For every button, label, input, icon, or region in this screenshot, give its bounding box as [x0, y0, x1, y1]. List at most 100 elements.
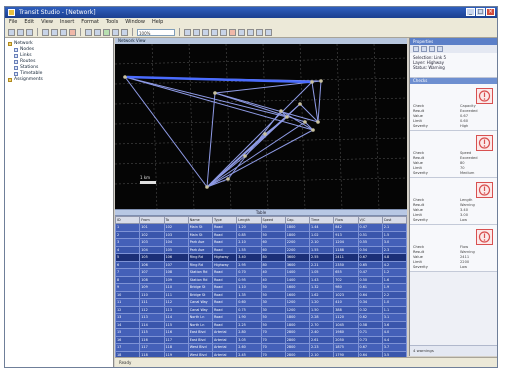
column-header[interactable]: To: [163, 216, 189, 224]
table-cell[interactable]: 50: [260, 230, 286, 239]
warning-icon[interactable]: [476, 88, 493, 104]
table-cell[interactable]: 0.62: [357, 313, 383, 322]
sort-icon[interactable]: [413, 46, 419, 52]
table-cell[interactable]: East Blvd: [187, 328, 214, 337]
minimize-button[interactable]: _: [466, 8, 475, 16]
column-header[interactable]: Speed: [260, 216, 286, 224]
table-cell[interactable]: Road: [211, 238, 238, 247]
table-cell[interactable]: Road: [211, 320, 238, 329]
table-cell[interactable]: 2800: [284, 335, 311, 344]
network-link[interactable]: [227, 110, 282, 180]
table-cell[interactable]: 1023: [333, 290, 359, 299]
table-cell[interactable]: 1.50: [308, 305, 335, 314]
maximize-button[interactable]: □: [476, 8, 485, 16]
fit-icon[interactable]: [202, 28, 209, 36]
table-cell[interactable]: 80: [260, 253, 286, 262]
table-cell[interactable]: 106: [139, 260, 165, 269]
table-cell[interactable]: 109: [163, 275, 189, 284]
table-cell[interactable]: 2800: [284, 343, 311, 352]
table-cell[interactable]: 1.35: [236, 290, 262, 299]
table-cell[interactable]: Road: [211, 230, 238, 239]
warning-icon[interactable]: [476, 229, 493, 245]
table-cell[interactable]: 0.73: [357, 335, 383, 344]
table-cell[interactable]: East Blvd: [187, 335, 214, 344]
zoom-out-icon[interactable]: [193, 28, 200, 36]
column-header[interactable]: Length: [236, 216, 262, 224]
table-cell[interactable]: 2050: [333, 335, 359, 344]
table-cell[interactable]: North Ln: [187, 313, 214, 322]
column-header[interactable]: ID: [115, 216, 141, 224]
table-cell[interactable]: Road: [211, 275, 238, 284]
network-link[interactable]: [206, 155, 246, 188]
table-cell[interactable]: 1.5: [381, 230, 407, 239]
table-cell[interactable]: 115: [163, 320, 189, 329]
table-row[interactable]: 17 117 118 West Blvd Arterial 2.60 70 2800 2.23 1…: [115, 343, 407, 352]
table-cell[interactable]: 70: [260, 335, 286, 344]
table-cell[interactable]: 2.40: [308, 328, 335, 337]
table-cell[interactable]: 2.95: [236, 260, 262, 269]
table-cell[interactable]: 17: [115, 343, 141, 352]
table-cell[interactable]: 0.67: [357, 343, 383, 352]
table-row[interactable]: 8 108 109 Station Rd Road 0.95 40 1400 1.43 702 0.…: [115, 275, 407, 284]
table-row[interactable]: 12 112 113 Canal Way Road 0.75 30 1200 1.50 388 0.…: [115, 305, 407, 314]
table-cell[interactable]: 1980: [333, 328, 359, 337]
table-cell[interactable]: 980: [333, 283, 359, 292]
column-header[interactable]: Type: [211, 216, 238, 224]
table-cell[interactable]: Bridge St: [187, 283, 214, 292]
table-cell[interactable]: 107: [139, 268, 165, 277]
network-node[interactable]: [319, 79, 323, 83]
column-header[interactable]: V/C: [357, 216, 383, 224]
network-link[interactable]: [311, 81, 319, 123]
table-cell[interactable]: 40: [260, 268, 286, 277]
table-cell[interactable]: 1200: [284, 305, 311, 314]
table-cell[interactable]: 0.58: [357, 320, 383, 329]
table-cell[interactable]: Station Rd: [187, 275, 214, 284]
table-cell[interactable]: 30: [260, 305, 286, 314]
table-cell[interactable]: 108: [139, 275, 165, 284]
table-cell[interactable]: 1.20: [236, 223, 262, 232]
table-cell[interactable]: 1.43: [308, 275, 335, 284]
table-cell[interactable]: 50: [260, 320, 286, 329]
table-cell[interactable]: 1.02: [308, 230, 335, 239]
table-cell[interactable]: Road: [211, 223, 238, 232]
menu-edit[interactable]: Edit: [24, 18, 34, 27]
table-cell[interactable]: 1800: [284, 230, 311, 239]
network-node[interactable]: [263, 132, 267, 136]
new-file-icon[interactable]: [8, 28, 15, 36]
table-cell[interactable]: 1400: [284, 268, 311, 277]
table-row[interactable]: 16 116 117 East Blvd Arterial 3.05 70 2800 2.61 2…: [115, 335, 407, 344]
table-cell[interactable]: 0.34: [357, 298, 383, 307]
table-cell[interactable]: Station Rd: [187, 268, 214, 277]
table-cell[interactable]: 1.9: [381, 283, 407, 292]
table-cell[interactable]: Main St: [187, 230, 214, 239]
network-canvas[interactable]: 1 km: [115, 44, 407, 209]
table-row[interactable]: 11 111 112 Canal Way Road 0.60 30 1200 1.20 410 0.…: [115, 298, 407, 307]
network-node[interactable]: [243, 154, 247, 158]
check-card[interactable]: Check Capacity Result Exceeded Value 0.67 Limi…: [410, 84, 497, 131]
network-link[interactable]: [124, 76, 288, 118]
table-cell[interactable]: 110: [163, 283, 189, 292]
table-cell[interactable]: 107: [163, 260, 189, 269]
print-icon[interactable]: [256, 28, 263, 36]
column-header[interactable]: Time: [308, 216, 335, 224]
menu-tools[interactable]: Tools: [106, 18, 118, 27]
table-cell[interactable]: 1600: [284, 290, 311, 299]
table-cell[interactable]: 0.55: [357, 238, 383, 247]
table-cell[interactable]: 116: [139, 335, 165, 344]
network-node[interactable]: [298, 102, 302, 106]
table-cell[interactable]: Road: [211, 268, 238, 277]
table-cell[interactable]: 1800: [284, 223, 311, 232]
table-row[interactable]: 9 109 110 Bridge St Road 1.10 50 1600 1.32 980 0.6…: [115, 283, 407, 292]
table-cell[interactable]: 70: [260, 343, 286, 352]
table-cell[interactable]: 0.95: [236, 275, 262, 284]
table-cell[interactable]: Canal Way: [187, 298, 214, 307]
table-cell[interactable]: 0.65: [357, 260, 383, 269]
table-cell[interactable]: 11: [115, 298, 141, 307]
table-cell[interactable]: 0.32: [357, 305, 383, 314]
network-node[interactable]: [303, 120, 307, 124]
network-link[interactable]: [206, 121, 306, 188]
table-cell[interactable]: 3.0: [381, 238, 407, 247]
table-row[interactable]: 4 104 105 Park Ave Road 1.55 60 2200 1.55 1188 0.5…: [115, 245, 407, 254]
table-cell[interactable]: 4.2: [381, 260, 407, 269]
table-cell[interactable]: 114: [163, 313, 189, 322]
